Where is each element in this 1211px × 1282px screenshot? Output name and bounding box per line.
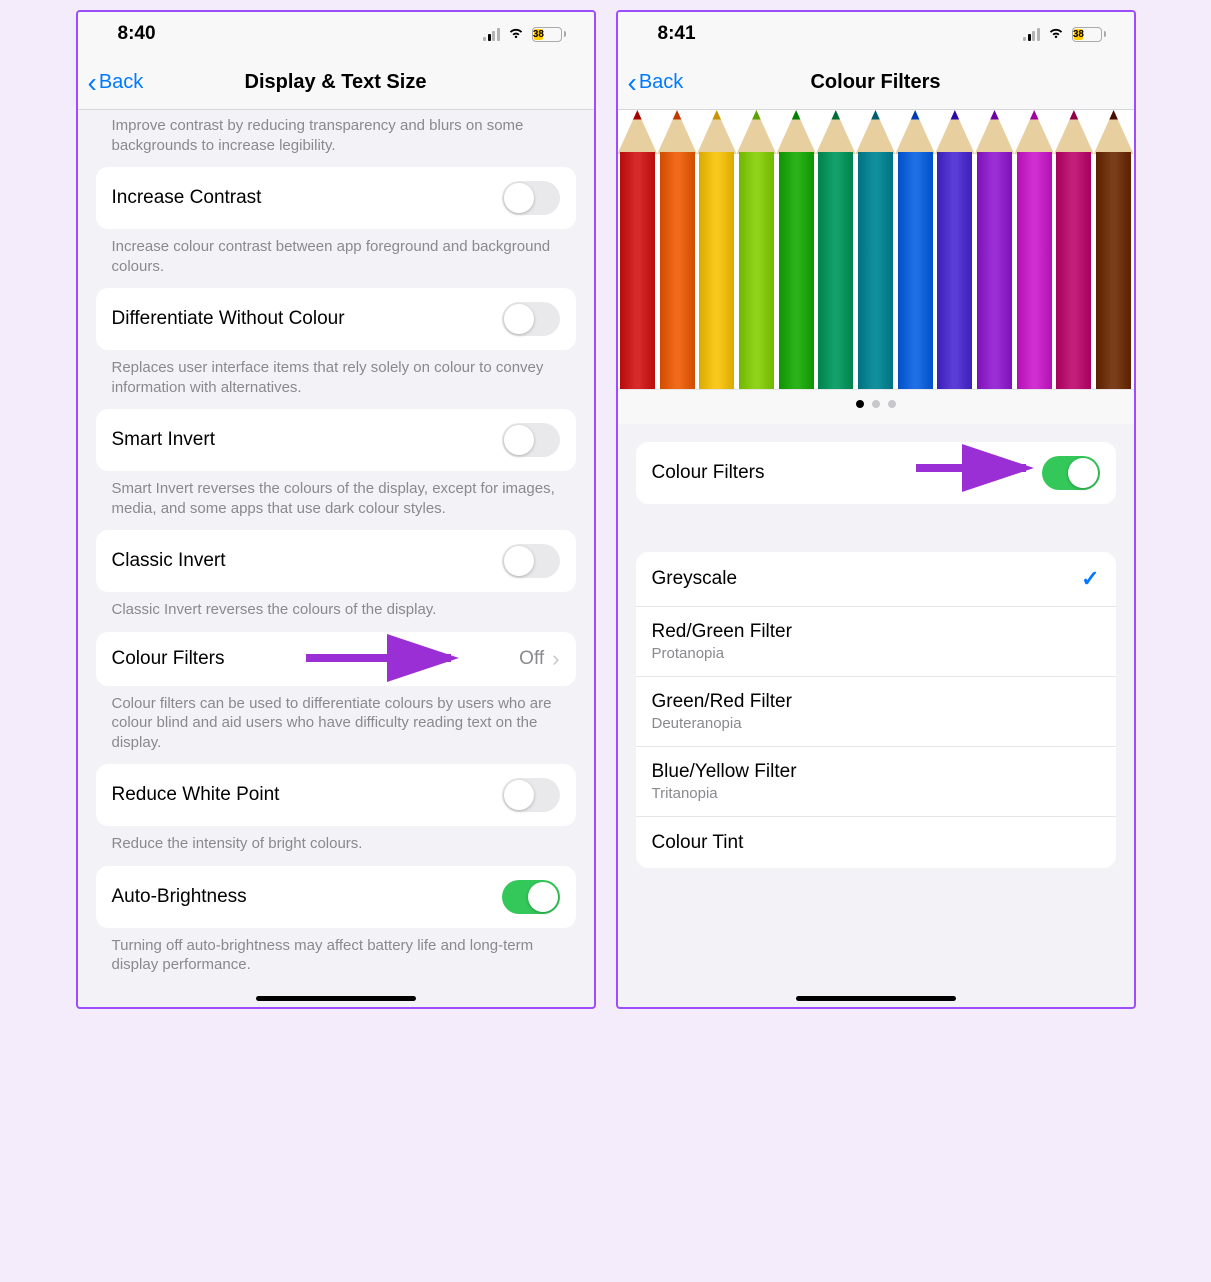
option-title: Red/Green Filter xyxy=(652,621,1100,643)
pencil xyxy=(618,110,658,389)
back-button[interactable]: ‹ Back xyxy=(88,69,144,97)
battery-icon: 38 xyxy=(532,27,566,42)
option-title: Colour Tint xyxy=(652,832,1100,854)
page-indicator[interactable] xyxy=(618,390,1134,424)
chevron-left-icon: ‹ xyxy=(628,69,637,97)
filter-option[interactable]: Greyscale✓ xyxy=(636,552,1116,606)
pencil xyxy=(935,110,975,389)
pencil xyxy=(856,110,896,389)
home-indicator[interactable] xyxy=(796,996,956,1001)
classic-invert-switch[interactable] xyxy=(502,544,560,578)
row-label: Reduce White Point xyxy=(112,784,502,806)
page-title: Display & Text Size xyxy=(78,71,594,94)
status-bar: 8:41 38 xyxy=(618,12,1134,56)
pencil xyxy=(657,110,697,389)
status-time: 8:40 xyxy=(118,23,156,45)
auto-brightness-switch[interactable] xyxy=(502,880,560,914)
wifi-icon xyxy=(506,23,526,45)
row-increase-contrast[interactable]: Increase Contrast xyxy=(96,167,576,229)
differentiate-without-colour-switch[interactable] xyxy=(502,302,560,336)
colour-preview-pencils[interactable] xyxy=(618,110,1134,390)
row-value: Off xyxy=(519,648,544,670)
option-subtitle: Deuteranopia xyxy=(652,715,1100,732)
row-label: Auto-Brightness xyxy=(112,886,502,908)
home-indicator[interactable] xyxy=(256,996,416,1001)
section-footer: Smart Invert reverses the colours of the… xyxy=(96,471,576,530)
pencil xyxy=(1054,110,1094,389)
cellular-signal-icon xyxy=(483,27,500,41)
section-footer: Replaces user interface items that rely … xyxy=(96,350,576,409)
option-title: Greyscale xyxy=(652,568,1082,590)
settings-content: Improve contrast by reducing transparenc… xyxy=(78,110,594,1007)
cellular-signal-icon xyxy=(1023,27,1040,41)
filter-option[interactable]: Blue/Yellow Filter Tritanopia xyxy=(636,746,1116,816)
status-bar: 8:40 38 xyxy=(78,12,594,56)
battery-icon: 38 xyxy=(1072,27,1106,42)
page-title: Colour Filters xyxy=(618,71,1134,94)
section-footer: Improve contrast by reducing transparenc… xyxy=(96,110,576,167)
back-label: Back xyxy=(99,71,143,94)
option-title: Green/Red Filter xyxy=(652,691,1100,713)
pencil xyxy=(776,110,816,389)
section-footer: Reduce the intensity of bright colours. xyxy=(96,826,576,866)
pencil xyxy=(895,110,935,389)
page-dot xyxy=(872,400,880,408)
back-label: Back xyxy=(639,71,683,94)
back-button[interactable]: ‹ Back xyxy=(628,69,684,97)
row-differentiate-without-colour[interactable]: Differentiate Without Colour xyxy=(96,288,576,350)
phone-display-text-size: 8:40 38 ‹ Back Display & Text Size Impro… xyxy=(76,10,596,1009)
chevron-right-icon: › xyxy=(552,646,559,672)
status-right: 38 xyxy=(483,23,566,45)
section-footer: Colour filters can be used to differenti… xyxy=(96,686,576,765)
nav-bar: ‹ Back Display & Text Size xyxy=(78,56,594,110)
section-footer: Classic Invert reverses the colours of t… xyxy=(96,592,576,632)
filter-option[interactable]: Green/Red Filter Deuteranopia xyxy=(636,676,1116,746)
row-classic-invert[interactable]: Classic Invert xyxy=(96,530,576,592)
smart-invert-switch[interactable] xyxy=(502,423,560,457)
filter-option[interactable]: Red/Green Filter Protanopia xyxy=(636,606,1116,676)
row-colour-filters[interactable]: Colour Filters Off › xyxy=(96,632,576,686)
pencil xyxy=(1014,110,1054,389)
row-label: Classic Invert xyxy=(112,550,502,572)
pencil xyxy=(697,110,737,389)
nav-bar: ‹ Back Colour Filters xyxy=(618,56,1134,110)
section-footer: Increase colour contrast between app for… xyxy=(96,229,576,288)
row-label: Differentiate Without Colour xyxy=(112,308,502,330)
status-right: 38 xyxy=(1023,23,1106,45)
reduce-white-point-switch[interactable] xyxy=(502,778,560,812)
filter-options-group: Greyscale✓ Red/Green Filter Protanopia Gree… xyxy=(636,552,1116,868)
option-title: Blue/Yellow Filter xyxy=(652,761,1100,783)
row-label: Smart Invert xyxy=(112,429,502,451)
page-dot xyxy=(888,400,896,408)
increase-contrast-switch[interactable] xyxy=(502,181,560,215)
row-label: Colour Filters xyxy=(652,462,1042,484)
colour-filters-switch[interactable] xyxy=(1042,456,1100,490)
checkmark-icon: ✓ xyxy=(1081,566,1099,592)
page-dot xyxy=(856,400,864,408)
pencil xyxy=(975,110,1015,389)
row-smart-invert[interactable]: Smart Invert xyxy=(96,409,576,471)
chevron-left-icon: ‹ xyxy=(88,69,97,97)
filter-option[interactable]: Colour Tint xyxy=(636,816,1116,868)
settings-content: Colour Filters Greyscale✓Red/Green Filte… xyxy=(618,110,1134,1007)
pencil xyxy=(816,110,856,389)
option-subtitle: Tritanopia xyxy=(652,785,1100,802)
row-label: Increase Contrast xyxy=(112,187,502,209)
row-auto-brightness[interactable]: Auto-Brightness xyxy=(96,866,576,928)
pencil xyxy=(1094,110,1134,389)
option-subtitle: Protanopia xyxy=(652,645,1100,662)
section-footer: Turning off auto-brightness may affect b… xyxy=(96,928,576,987)
row-colour-filters-toggle[interactable]: Colour Filters xyxy=(636,442,1116,504)
row-reduce-white-point[interactable]: Reduce White Point xyxy=(96,764,576,826)
phone-colour-filters: 8:41 38 ‹ Back Colour Filters Co xyxy=(616,10,1136,1009)
status-time: 8:41 xyxy=(658,23,696,45)
pencil xyxy=(737,110,777,389)
row-label: Colour Filters xyxy=(112,648,520,670)
wifi-icon xyxy=(1046,23,1066,45)
